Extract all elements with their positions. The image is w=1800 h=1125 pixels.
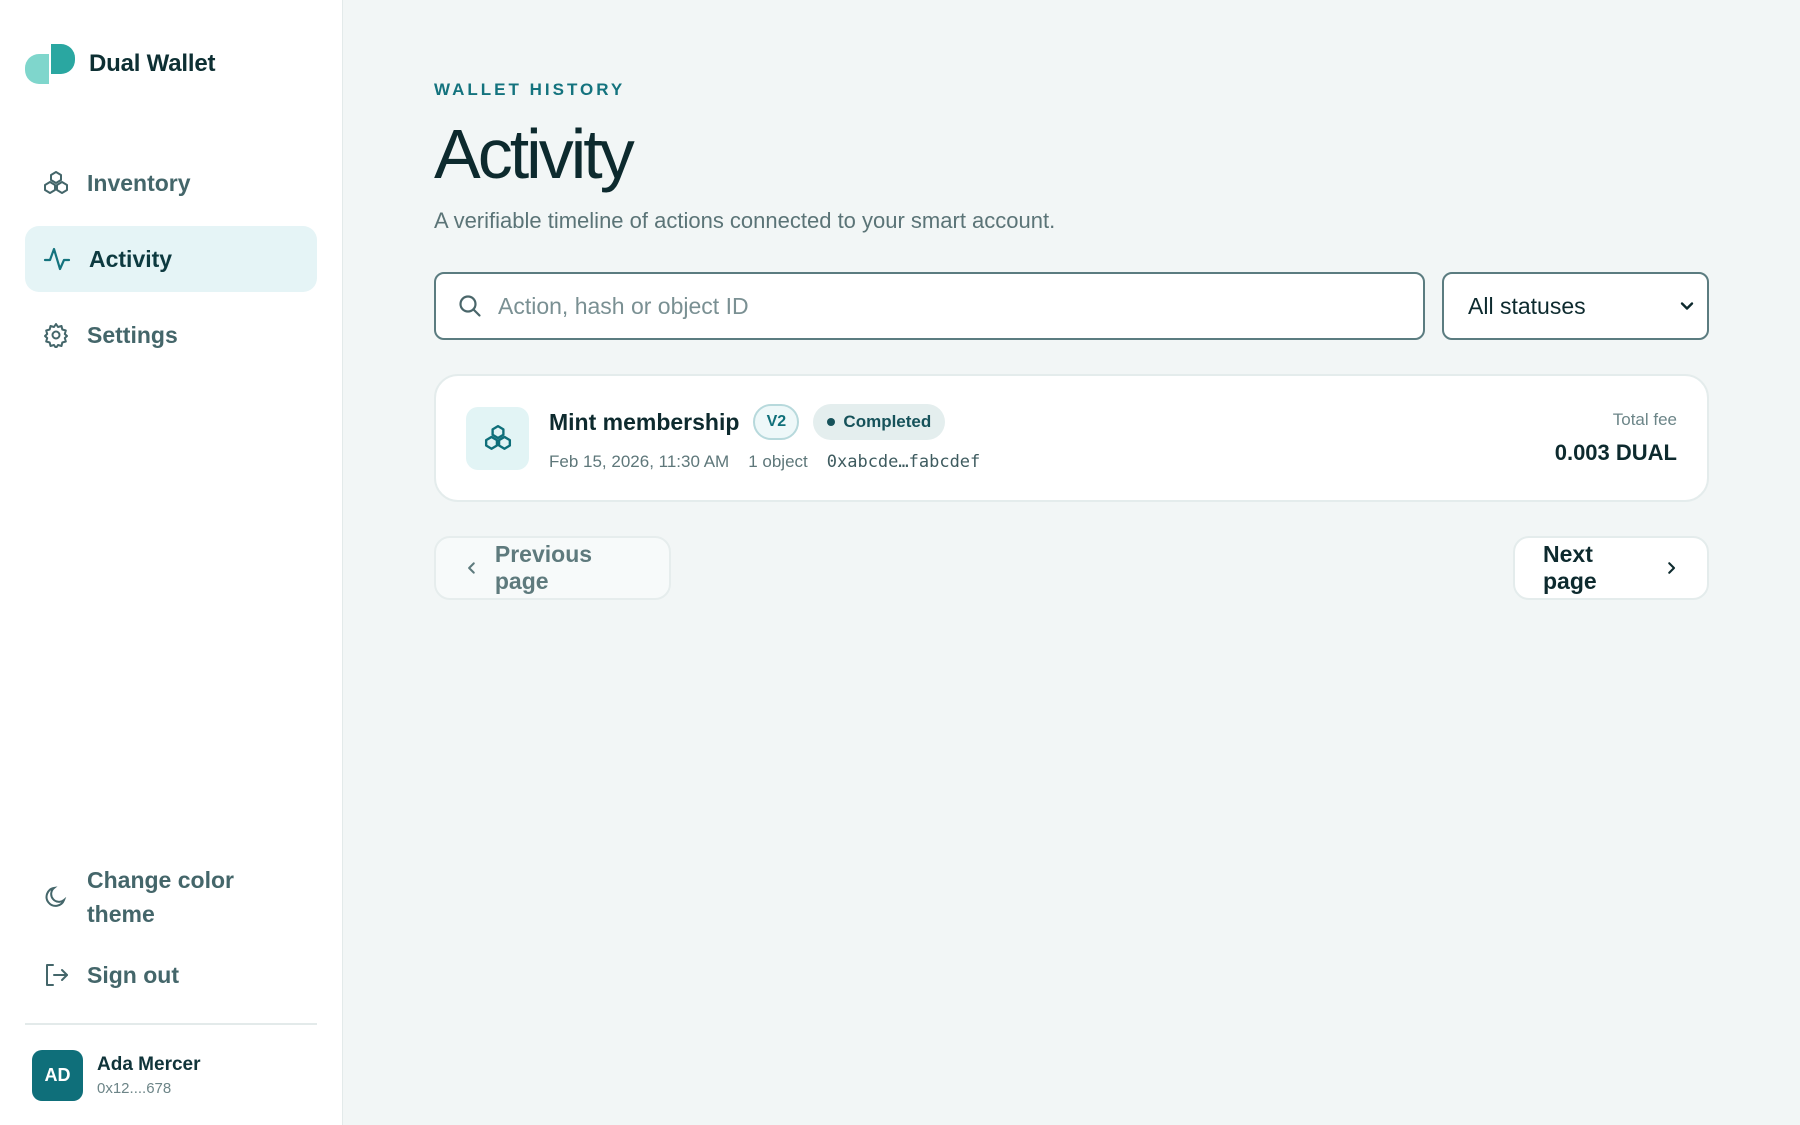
avatar: AD <box>32 1049 83 1101</box>
page-title: Activity <box>434 115 635 193</box>
next-page-label: Next page <box>1543 541 1597 594</box>
sidebar: Dual Wallet Inventory Activity Settings … <box>0 0 343 1125</box>
moon-icon <box>45 886 67 907</box>
sidebar-item-label: Inventory <box>87 169 191 196</box>
sign-out-label: Sign out <box>87 962 179 988</box>
cubes-icon <box>484 424 511 450</box>
activity-object-count: 1 object <box>748 452 808 471</box>
activity-pulse-icon <box>43 247 71 271</box>
user-address: 0x12....678 <box>97 1079 172 1097</box>
activity-item-icon <box>466 406 529 470</box>
main-content: WALLET HISTORY Activity A verifiable tim… <box>343 0 1800 1125</box>
user-name: Ada Mercer <box>97 1053 201 1075</box>
version-badge: V2 <box>753 404 800 440</box>
user-profile[interactable]: AD Ada Mercer 0x12....678 <box>25 1025 317 1125</box>
status-dot <box>827 418 836 426</box>
change-theme-label: Change color theme <box>87 867 234 927</box>
page-eyebrow: WALLET HISTORY <box>434 80 626 99</box>
change-theme-button[interactable]: Change color theme <box>25 855 317 939</box>
brand[interactable]: Dual Wallet <box>25 0 317 128</box>
sidebar-item-label: Settings <box>87 321 178 348</box>
activity-title: Mint membership <box>549 408 740 435</box>
search-input[interactable] <box>498 292 1378 320</box>
activity-fee: Total fee 0.003 DUAL <box>1555 410 1677 466</box>
sign-out-icon <box>46 964 68 986</box>
activity-hash[interactable]: 0xabcde…fabcdef <box>827 452 981 472</box>
brand-name: Dual Wallet <box>89 50 216 77</box>
sidebar-item-label: Activity <box>89 245 173 272</box>
sidebar-bottom: Change color theme Sign out AD Ada Merce… <box>25 855 317 1125</box>
search-icon <box>459 295 481 317</box>
previous-page-button[interactable]: Previous page <box>434 536 671 600</box>
status-label: Completed <box>843 412 932 431</box>
sidebar-item-inventory[interactable]: Inventory <box>25 150 317 216</box>
activity-item-body: Mint membership V2 Completed Feb 15, 202… <box>549 404 1555 472</box>
previous-page-label: Previous page <box>494 541 593 594</box>
sidebar-item-settings[interactable]: Settings <box>25 302 317 368</box>
activity-item[interactable]: Mint membership V2 Completed Feb 15, 202… <box>434 374 1709 502</box>
sign-out-button[interactable]: Sign out <box>25 947 317 1003</box>
dual-wallet-logo-icon <box>25 44 75 84</box>
fee-value: 0.003 DUAL <box>1554 440 1677 465</box>
next-page-button[interactable]: Next page <box>1513 536 1709 600</box>
status-filter-select[interactable]: All statuses <box>1442 272 1709 340</box>
status-filter-value: All statuses <box>1468 292 1586 319</box>
chevron-left-icon <box>468 562 475 574</box>
sidebar-nav: Inventory Activity Settings <box>25 150 317 368</box>
search-box[interactable] <box>434 272 1425 340</box>
fee-label: Total fee <box>1612 410 1677 429</box>
filters-bar: All statuses <box>434 272 1709 340</box>
gear-icon <box>44 323 68 348</box>
cubes-icon <box>44 171 68 194</box>
activity-date: Feb 15, 2026, 11:30 AM <box>549 452 730 471</box>
status-badge: Completed <box>813 404 946 440</box>
sidebar-item-activity[interactable]: Activity <box>25 226 317 292</box>
page-subtitle: A verifiable timeline of actions connect… <box>434 208 1056 233</box>
pagination: Previous page Next page <box>434 536 1709 600</box>
chevron-right-icon <box>1667 562 1675 574</box>
chevron-down-icon <box>1680 302 1694 310</box>
